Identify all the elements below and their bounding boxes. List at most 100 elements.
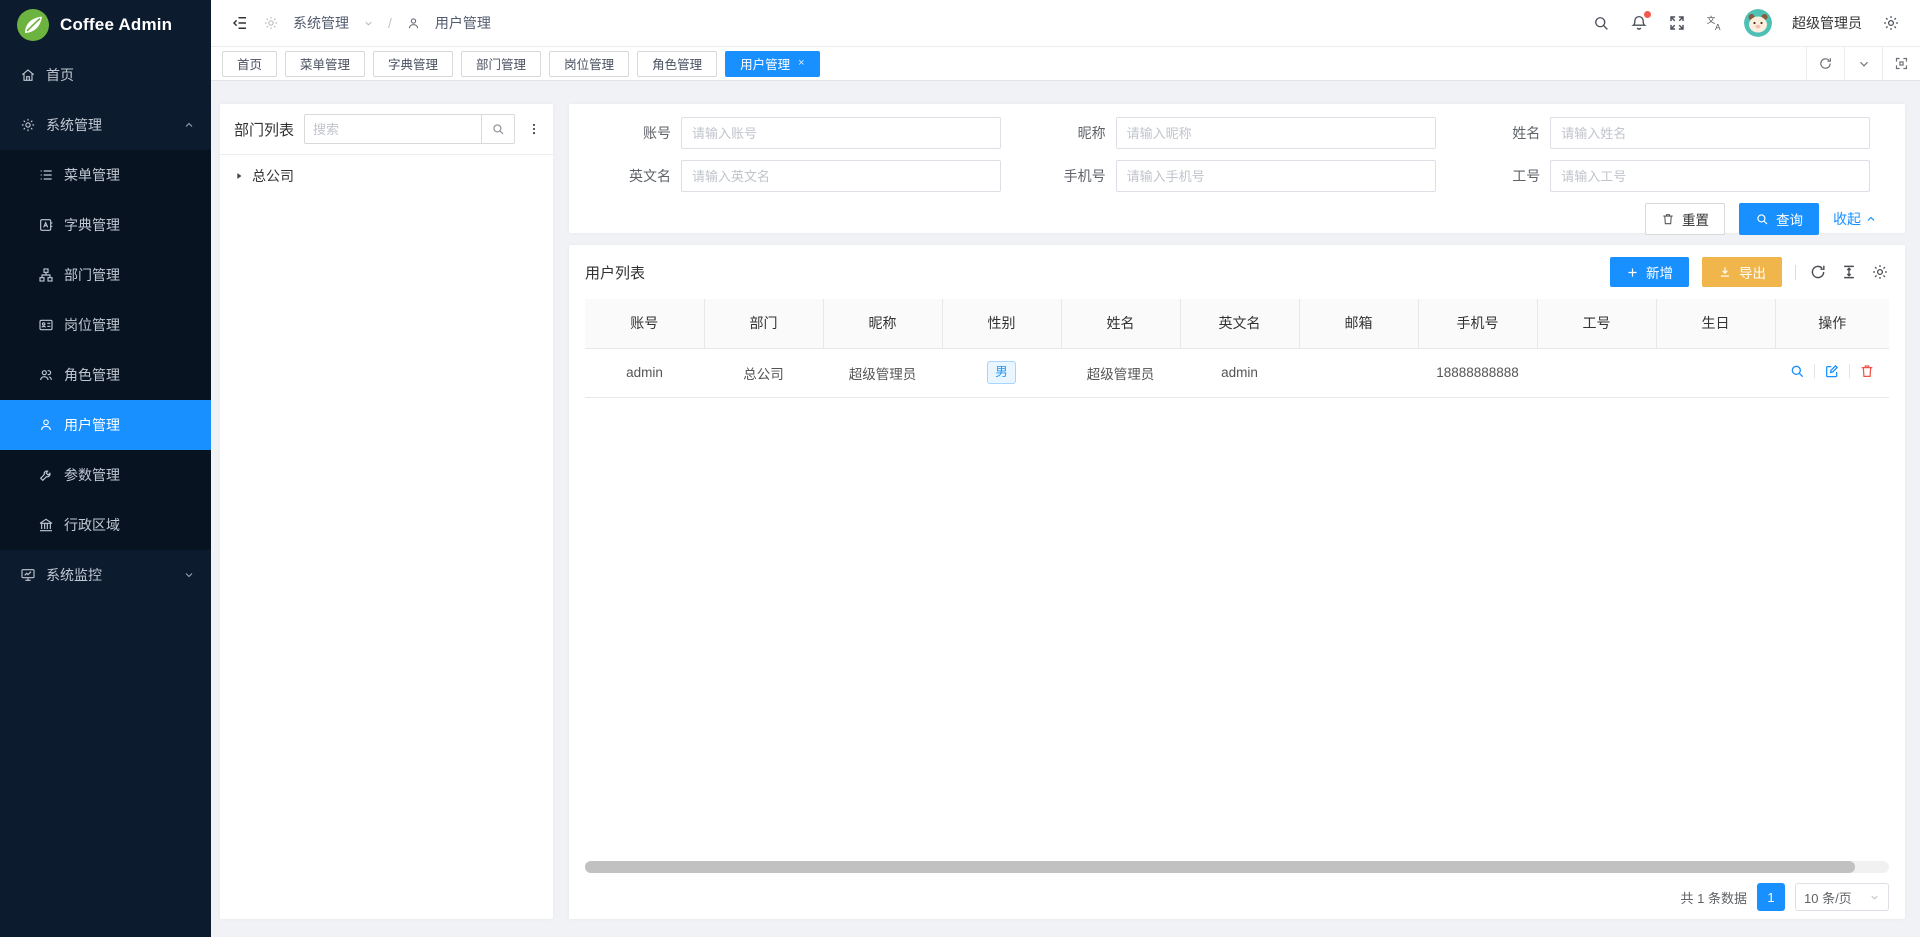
monitor-icon [20,567,36,583]
close-tab-icon[interactable]: × [798,58,804,69]
sidebar-item-system-management[interactable]: 系统管理 [0,100,211,150]
table-header-row: 账号 部门 昵称 性别 姓名 英文名 邮箱 手机号 工号 生日 操作 [585,299,1889,348]
settings-gear-icon[interactable] [1882,14,1900,32]
col-actions: 操作 [1775,299,1889,348]
sidebar-item-department-management[interactable]: 部门管理 [0,250,211,300]
col-birthday: 生日 [1656,299,1775,348]
sidebar-item-user-management[interactable]: 用户管理 [0,400,211,450]
collapse-form-link[interactable]: 收起 [1833,209,1877,229]
avatar[interactable] [1744,9,1772,37]
account-input[interactable] [681,117,1001,149]
plus-icon [1626,266,1639,279]
tab-user-management[interactable]: 用户管理 × [725,51,819,77]
cell-work-no [1537,348,1656,397]
tab-role-management[interactable]: 角色管理 [637,51,717,77]
col-department: 部门 [704,299,823,348]
cell-account: admin [585,348,704,397]
field-label: 昵称 [1020,123,1116,143]
refresh-tab-button[interactable] [1806,47,1844,81]
horizontal-scrollbar [585,861,1889,873]
field-label: 姓名 [1454,123,1550,143]
delete-icon[interactable] [1859,363,1875,379]
refresh-table-icon[interactable] [1809,263,1827,281]
gender-tag: 男 [987,361,1016,383]
notifications-button[interactable] [1630,14,1648,32]
chevron-down-icon [363,18,374,29]
user-list-card: 用户列表 新增 导出 [569,245,1905,919]
col-name: 姓名 [1061,299,1180,348]
tab-menu-management[interactable]: 菜单管理 [285,51,365,77]
tab-bar: 首页 菜单管理 字典管理 部门管理 岗位管理 角色管理 用户管理 × [211,47,1920,81]
sidebar-item-label: 行政区域 [64,515,120,535]
username[interactable]: 超级管理员 [1792,13,1862,33]
list-icon [38,167,54,183]
department-panel: 部门列表 总公司 [220,104,553,919]
department-panel-menu-button[interactable] [525,114,543,144]
field-work-no: 工号 [1454,160,1889,192]
tab-department-management[interactable]: 部门管理 [461,51,541,77]
edit-icon[interactable] [1824,363,1840,379]
export-button[interactable]: 导出 [1702,257,1782,287]
sidebar-item-post-management[interactable]: 岗位管理 [0,300,211,350]
column-height-icon[interactable] [1840,263,1858,281]
horizontal-scrollbar-thumb[interactable] [585,861,1855,873]
menu-fold-icon[interactable] [231,14,249,32]
field-label: 手机号 [1020,166,1116,186]
spring-leaf-logo-icon [16,8,50,42]
table-settings-gear-icon[interactable] [1871,263,1889,281]
sidebar: Coffee Admin 首页 系统管理 菜单管理 字典管理 [0,0,211,937]
cell-name: 超级管理员 [1061,348,1180,397]
tab-home[interactable]: 首页 [222,51,277,77]
col-phone: 手机号 [1418,299,1537,348]
app-logo[interactable]: Coffee Admin [0,0,211,50]
page-size-select[interactable]: 10 条/页 [1795,883,1889,911]
sidebar-item-parameter-management[interactable]: 参数管理 [0,450,211,500]
field-phone: 手机号 [1020,160,1455,192]
page-button-1[interactable]: 1 [1757,883,1785,911]
nickname-input[interactable] [1116,117,1436,149]
col-email: 邮箱 [1299,299,1418,348]
cell-phone: 18888888888 [1418,348,1537,397]
fullscreen-icon[interactable] [1668,14,1686,32]
field-name: 姓名 [1454,117,1889,149]
tree-node-head-office[interactable]: 总公司 [220,155,553,197]
department-search-input[interactable] [304,114,481,144]
pagination: 共 1 条数据 1 10 条/页 [585,879,1889,919]
cell-gender: 男 [942,348,1061,397]
reset-button[interactable]: 重置 [1645,203,1725,235]
app-title: Coffee Admin [60,15,172,35]
query-button[interactable]: 查询 [1739,203,1819,235]
tab-dictionary-management[interactable]: 字典管理 [373,51,453,77]
table-row: admin 总公司 超级管理员 男 超级管理员 admin 1888888888… [585,348,1889,397]
sidebar-item-label: 部门管理 [64,265,120,285]
tab-list-dropdown-button[interactable] [1844,47,1882,81]
work-no-input[interactable] [1550,160,1870,192]
english-name-input[interactable] [681,160,1001,192]
maximize-icon [1894,56,1909,71]
sidebar-item-label: 用户管理 [64,415,120,435]
bank-icon [38,517,54,533]
cell-email [1299,348,1418,397]
maximize-content-button[interactable] [1882,47,1920,81]
name-input[interactable] [1550,117,1870,149]
tab-post-management[interactable]: 岗位管理 [549,51,629,77]
field-account: 账号 [585,117,1020,149]
org-chart-icon [38,267,54,283]
sidebar-item-admin-region[interactable]: 行政区域 [0,500,211,550]
sidebar-item-dictionary-management[interactable]: 字典管理 [0,200,211,250]
search-icon [491,122,505,136]
phone-input[interactable] [1116,160,1436,192]
chevron-down-icon [183,569,195,581]
sidebar-item-menu-management[interactable]: 菜单管理 [0,150,211,200]
add-user-button[interactable]: 新增 [1610,257,1689,287]
view-icon[interactable] [1789,363,1805,379]
search-icon[interactable] [1592,14,1610,32]
sidebar-item-role-management[interactable]: 角色管理 [0,350,211,400]
breadcrumb-root[interactable]: 系统管理 [293,13,349,33]
user-search-form: 账号 昵称 姓名 英文名 手机号 工号 [569,104,1905,233]
sidebar-item-home[interactable]: 首页 [0,50,211,100]
department-search-button[interactable] [481,114,515,144]
caret-right-icon[interactable] [234,171,244,181]
sidebar-item-system-monitor[interactable]: 系统监控 [0,550,211,600]
translate-icon[interactable]: 文 A [1706,14,1724,32]
